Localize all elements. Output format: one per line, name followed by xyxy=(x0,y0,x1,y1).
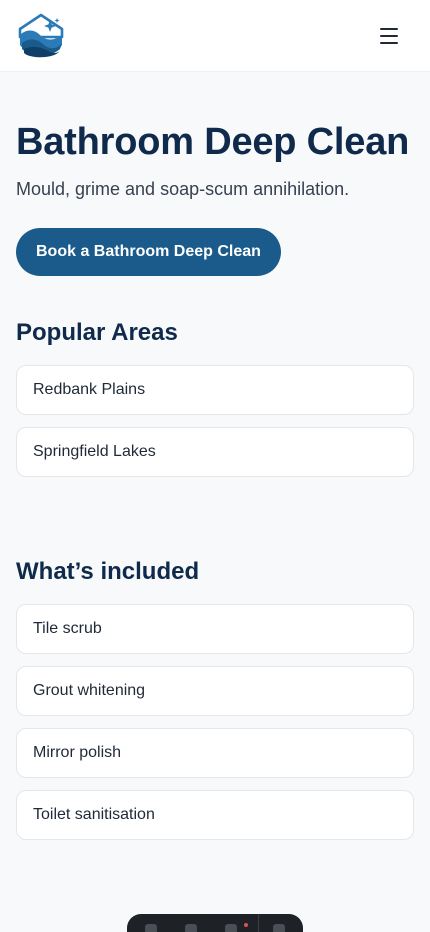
popular-areas-list: Redbank Plains Springfield Lakes xyxy=(16,365,414,477)
included-list: Tile scrub Grout whitening Mirror polish… xyxy=(16,604,414,840)
included-item-tile-scrub: Tile scrub xyxy=(16,604,414,654)
site-header xyxy=(0,0,430,72)
included-item-grout-whitening: Grout whitening xyxy=(16,666,414,716)
device-icon-3 xyxy=(225,924,237,932)
page-title: Bathroom Deep Clean xyxy=(16,121,410,163)
popular-areas-title: Popular Areas xyxy=(16,319,178,346)
area-link-redbank-plains[interactable]: Redbank Plains xyxy=(16,365,414,415)
logo-link[interactable] xyxy=(16,13,66,59)
hamburger-menu-icon[interactable] xyxy=(380,24,404,48)
device-divider xyxy=(258,914,259,932)
wave-sparkle-logo-icon xyxy=(18,13,64,57)
included-title: What’s included xyxy=(16,558,200,585)
book-deep-clean-button[interactable]: Book a Bathroom Deep Clean xyxy=(16,228,281,276)
device-indicator-dot xyxy=(244,923,248,927)
included-item-toilet-sanitisation: Toilet sanitisation xyxy=(16,790,414,840)
page-subtitle: Mould, grime and soap-scum annihilation. xyxy=(16,179,350,199)
included-section: What’s included Tile scrub Grout whiteni… xyxy=(16,557,414,840)
popular-areas-section: Popular Areas Redbank Plains Springfield… xyxy=(16,318,414,477)
included-item-mirror-polish: Mirror polish xyxy=(16,728,414,778)
partial-image-dark-device xyxy=(127,914,303,932)
device-icon-2 xyxy=(185,924,197,932)
main-content: Bathroom Deep Clean Mould, grime and soa… xyxy=(0,120,430,840)
area-link-springfield-lakes[interactable]: Springfield Lakes xyxy=(16,427,414,477)
device-icon-1 xyxy=(145,924,157,932)
device-icon-4 xyxy=(273,924,285,932)
